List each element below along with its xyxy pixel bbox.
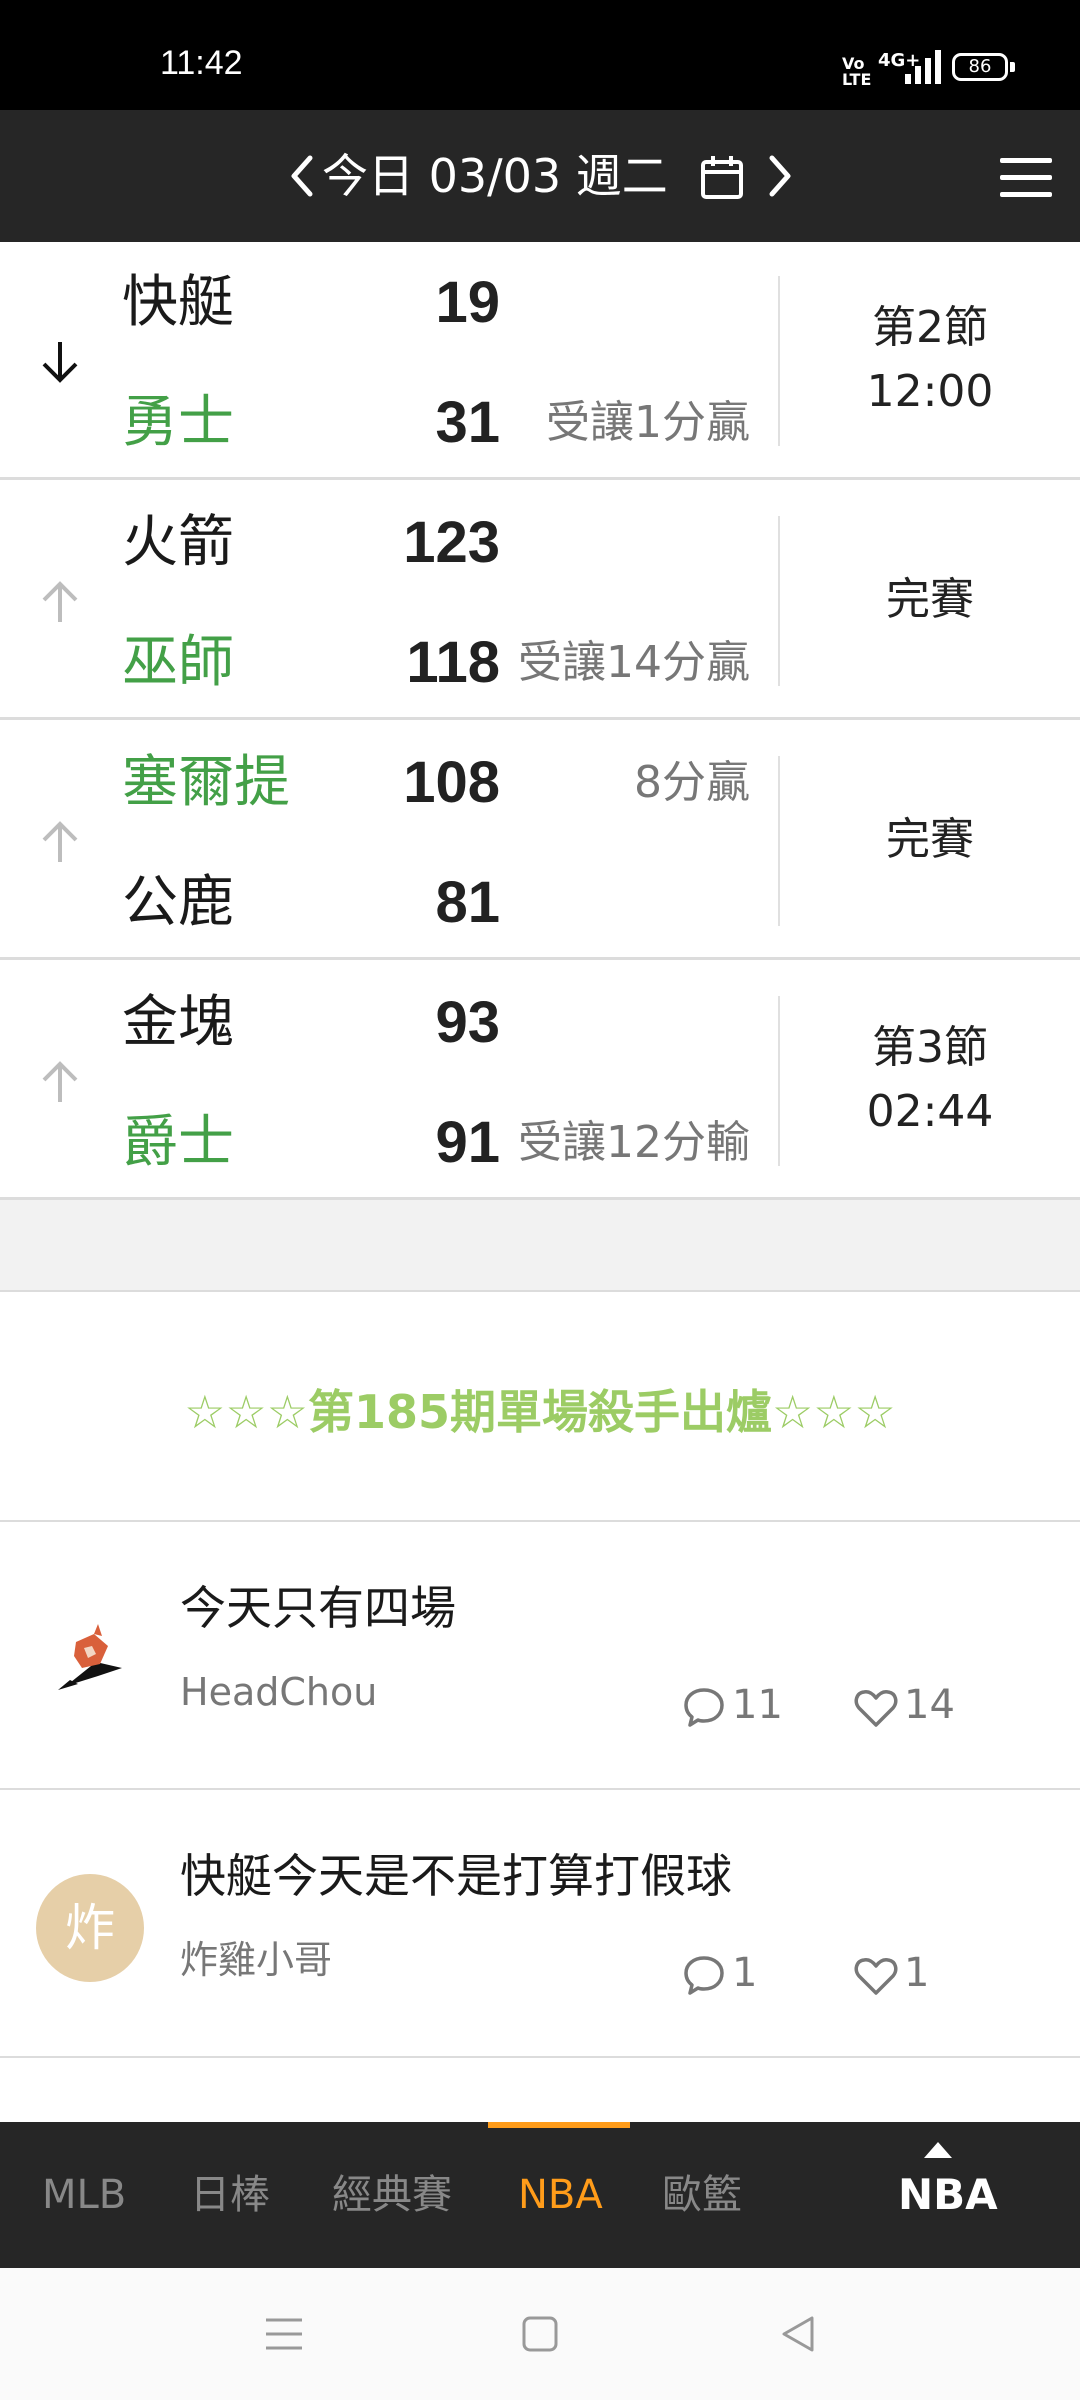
volte-indicator: Vo LTE [842, 54, 872, 89]
arrow-up-icon [42, 581, 78, 622]
game-status: 完賽 [886, 814, 974, 865]
forum-post[interactable]: 今天只有四場 HeadChou 11 14 [0, 1522, 1080, 1790]
tab-mlb[interactable]: MLB [42, 2170, 126, 2220]
league-tab-bar: MLB 日棒 經典賽 NBA 歐籃 NBA [0, 2122, 1080, 2268]
game-period: 第2節 [872, 302, 988, 353]
comment-icon [684, 1688, 724, 1727]
like-count: 14 [904, 1682, 955, 1728]
current-league-selector[interactable]: NBA [898, 2170, 998, 2220]
system-nav-bar [0, 2268, 1080, 2400]
hamburger-menu-icon[interactable] [1000, 158, 1052, 198]
handicap-note: 8分贏 [634, 757, 750, 808]
team-home-score: 81 [435, 870, 500, 935]
heart-icon[interactable] [854, 1956, 898, 1996]
like-count: 1 [904, 1950, 930, 1996]
handicap-note: 受讓1分贏 [546, 397, 750, 448]
chevron-right-icon[interactable] [768, 154, 792, 198]
handicap-note: 受讓14分贏 [518, 637, 750, 688]
arrow-up-icon [42, 821, 78, 862]
team-home-score: 118 [406, 630, 500, 695]
game-row[interactable]: 塞爾提 公鹿 108 81 8分贏 完賽 [0, 722, 1080, 960]
tab-wbc[interactable]: 經典賽 [332, 2170, 452, 2220]
avatar: 炸 [36, 1874, 144, 1982]
team-away-score: 123 [403, 510, 500, 575]
battery-icon: 86 [952, 53, 1008, 81]
chevron-left-icon[interactable] [290, 154, 314, 198]
date-label[interactable]: 今日 03/03 週二 [322, 148, 668, 204]
comment-count: 1 [732, 1950, 758, 1996]
arrow-up-icon [42, 1061, 78, 1102]
date-header: 今日 03/03 週二 [0, 110, 1080, 242]
caret-up-icon [924, 2142, 952, 2158]
recent-apps-icon[interactable] [262, 2312, 306, 2356]
home-icon[interactable] [518, 2312, 562, 2356]
team-home-score: 31 [435, 390, 500, 455]
post-author: HeadChou [180, 1670, 378, 1714]
tab-nba[interactable]: NBA [518, 2170, 603, 2220]
handicap-note: 受讓12分輸 [518, 1117, 750, 1168]
tab-euroleague[interactable]: 歐籃 [662, 2170, 742, 2220]
team-home-score: 91 [435, 1110, 500, 1175]
section-spacer [0, 1200, 1080, 1292]
signal-icon [905, 50, 945, 84]
game-status: 完賽 [886, 574, 974, 625]
game-period: 第3節 [872, 1022, 988, 1073]
post-title: 今天只有四場 [180, 1581, 456, 1635]
back-icon[interactable] [776, 2312, 820, 2356]
status-bar: 11:42 Vo LTE 4G+ 86 [0, 0, 1080, 110]
post-title: 快艇今天是不是打算打假球 [180, 1849, 732, 1903]
comment-icon [684, 1956, 724, 1995]
heart-icon[interactable] [854, 1688, 898, 1728]
promo-banner[interactable]: ☆☆☆第185期單場殺手出爐☆☆☆ [0, 1292, 1080, 1522]
game-row[interactable]: 金塊 爵士 93 91 受讓12分輸 第3節 02:44 [0, 962, 1080, 1200]
game-row[interactable]: 快艇 勇士 19 31 受讓1分贏 第2節 12:00 [0, 242, 1080, 480]
active-tab-indicator [488, 2122, 630, 2128]
forum-post[interactable]: 炸 快艇今天是不是打算打假球 炸雞小哥 1 1 [0, 1790, 1080, 2058]
battery-tip [1010, 62, 1015, 72]
team-away-score: 108 [403, 750, 500, 815]
team-away-score: 93 [435, 990, 500, 1055]
arrow-down-icon [42, 342, 78, 383]
game-clock: 02:44 [866, 1086, 994, 1137]
team-away-score: 19 [435, 270, 500, 335]
post-author: 炸雞小哥 [180, 1938, 333, 1982]
fox-avatar-icon [36, 1606, 144, 1714]
comment-count: 11 [732, 1682, 783, 1728]
status-time: 11:42 [160, 44, 243, 82]
game-clock: 12:00 [866, 366, 994, 417]
promo-banner-text: ☆☆☆第185期單場殺手出爐☆☆☆ [184, 1385, 896, 1439]
tab-npb[interactable]: 日棒 [190, 2170, 270, 2220]
game-row[interactable]: 火箭 巫師 123 118 受讓14分贏 完賽 [0, 482, 1080, 720]
calendar-icon[interactable] [700, 154, 744, 200]
